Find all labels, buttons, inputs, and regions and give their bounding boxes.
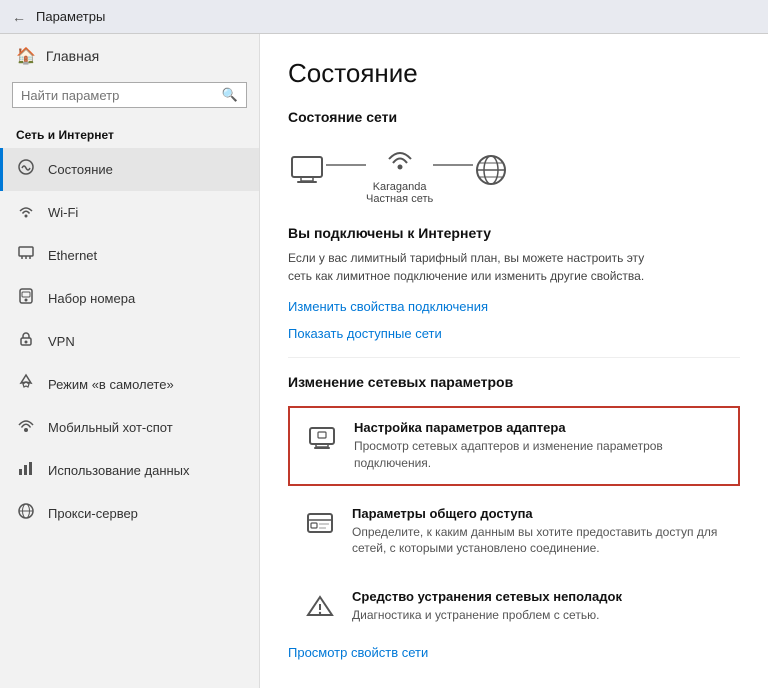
search-box[interactable]: 🔍 <box>12 82 247 108</box>
sidebar-item-ethernet[interactable]: Ethernet <box>0 234 259 277</box>
line2 <box>433 164 473 166</box>
sidebar-item-label: Использование данных <box>48 463 190 478</box>
status-icon <box>16 158 36 181</box>
content-area: Состояние Состояние сети Karagan <box>260 34 768 688</box>
change-properties-link[interactable]: Изменить свойства подключения <box>288 299 740 314</box>
sidebar-item-vpn[interactable]: VPN <box>0 320 259 363</box>
sidebar-item-label: Набор номера <box>48 291 135 306</box>
troubleshoot-text: Средство устранения сетевых неполадок Ди… <box>352 589 622 624</box>
connected-title: Вы подключены к Интернету <box>288 225 740 241</box>
globe-icon <box>473 152 509 192</box>
sidebar-item-hotspot[interactable]: Мобильный хот-спот <box>0 406 259 449</box>
sidebar-item-home[interactable]: 🏠 Главная <box>0 34 259 78</box>
sidebar-item-wifi[interactable]: Wi-Fi <box>0 191 259 234</box>
network-diagram: Karaganda Частная сеть <box>288 139 740 205</box>
view-network-props-link[interactable]: Просмотр свойств сети <box>288 645 740 660</box>
sidebar-item-airplane[interactable]: Режим «в самолете» <box>0 363 259 406</box>
sidebar-item-proxy[interactable]: Прокси-сервер <box>0 492 259 535</box>
datausage-icon <box>16 459 36 482</box>
sharing-text: Параметры общего доступа Определите, к к… <box>352 506 726 558</box>
sidebar-item-status[interactable]: Состояние <box>0 148 259 191</box>
vpn-icon <box>16 330 36 353</box>
adapter-icon <box>304 420 340 456</box>
adapter-desc: Просмотр сетевых адаптеров и изменение п… <box>354 438 724 472</box>
sidebar-item-label: Ethernet <box>48 248 97 263</box>
troubleshoot-desc: Диагностика и устранение проблем с сетью… <box>352 607 622 624</box>
settings-item-adapter[interactable]: Настройка параметров адаптера Просмотр с… <box>288 406 740 486</box>
change-settings-title: Изменение сетевых параметров <box>288 374 740 390</box>
network-section-title: Состояние сети <box>288 109 740 125</box>
sharing-name: Параметры общего доступа <box>352 506 726 521</box>
sidebar-item-label: Режим «в самолете» <box>48 377 174 392</box>
hotspot-icon <box>16 416 36 439</box>
divider <box>288 357 740 358</box>
sidebar-item-datausage[interactable]: Использование данных <box>0 449 259 492</box>
sidebar-item-label: Прокси-сервер <box>48 506 138 521</box>
main-layout: 🏠 Главная 🔍 Сеть и Интернет Состояние Wi-… <box>0 34 768 688</box>
settings-item-troubleshoot[interactable]: Средство устранения сетевых неполадок Ди… <box>288 577 740 637</box>
wifi-icon <box>16 201 36 224</box>
line1 <box>326 164 366 166</box>
connected-desc: Если у вас лимитный тарифный план, вы мо… <box>288 249 668 285</box>
search-input[interactable] <box>21 88 222 103</box>
page-title: Состояние <box>288 58 740 89</box>
sharing-icon <box>302 506 338 542</box>
sidebar-item-label: Состояние <box>48 162 113 177</box>
search-icon: 🔍 <box>222 87 238 103</box>
settings-item-sharing[interactable]: Параметры общего доступа Определите, к к… <box>288 494 740 570</box>
router-icon: Karaganda Частная сеть <box>366 139 433 205</box>
sidebar: 🏠 Главная 🔍 Сеть и Интернет Состояние Wi-… <box>0 34 260 688</box>
network-label: Karaganda <box>373 181 427 193</box>
title-bar: ← Параметры <box>0 0 768 34</box>
troubleshoot-icon <box>302 589 338 625</box>
show-networks-link[interactable]: Показать доступные сети <box>288 326 740 341</box>
sidebar-item-dialup[interactable]: Набор номера <box>0 277 259 320</box>
troubleshoot-name: Средство устранения сетевых неполадок <box>352 589 622 604</box>
sidebar-items: Состояние Wi-Fi Ethernet Набор номера VPN Реж… <box>0 148 259 535</box>
sidebar-item-label: Wi-Fi <box>48 205 78 220</box>
settings-items: Настройка параметров адаптера Просмотр с… <box>288 406 740 637</box>
sidebar-item-label: Мобильный хот-спот <box>48 420 173 435</box>
sidebar-home-label: Главная <box>46 48 99 64</box>
ethernet-icon <box>16 244 36 267</box>
airplane-icon <box>16 373 36 396</box>
sharing-desc: Определите, к каким данным вы хотите пре… <box>352 524 726 558</box>
title-bar-title: Параметры <box>36 9 105 24</box>
back-button[interactable]: ← <box>12 9 26 25</box>
dialup-icon <box>16 287 36 310</box>
sidebar-section-title: Сеть и Интернет <box>0 120 259 148</box>
network-sub-label: Частная сеть <box>366 193 433 205</box>
home-icon: 🏠 <box>16 46 36 66</box>
adapter-name: Настройка параметров адаптера <box>354 420 724 435</box>
sidebar-item-label: VPN <box>48 334 75 349</box>
computer-icon <box>288 155 326 189</box>
proxy-icon <box>16 502 36 525</box>
adapter-text: Настройка параметров адаптера Просмотр с… <box>354 420 724 472</box>
